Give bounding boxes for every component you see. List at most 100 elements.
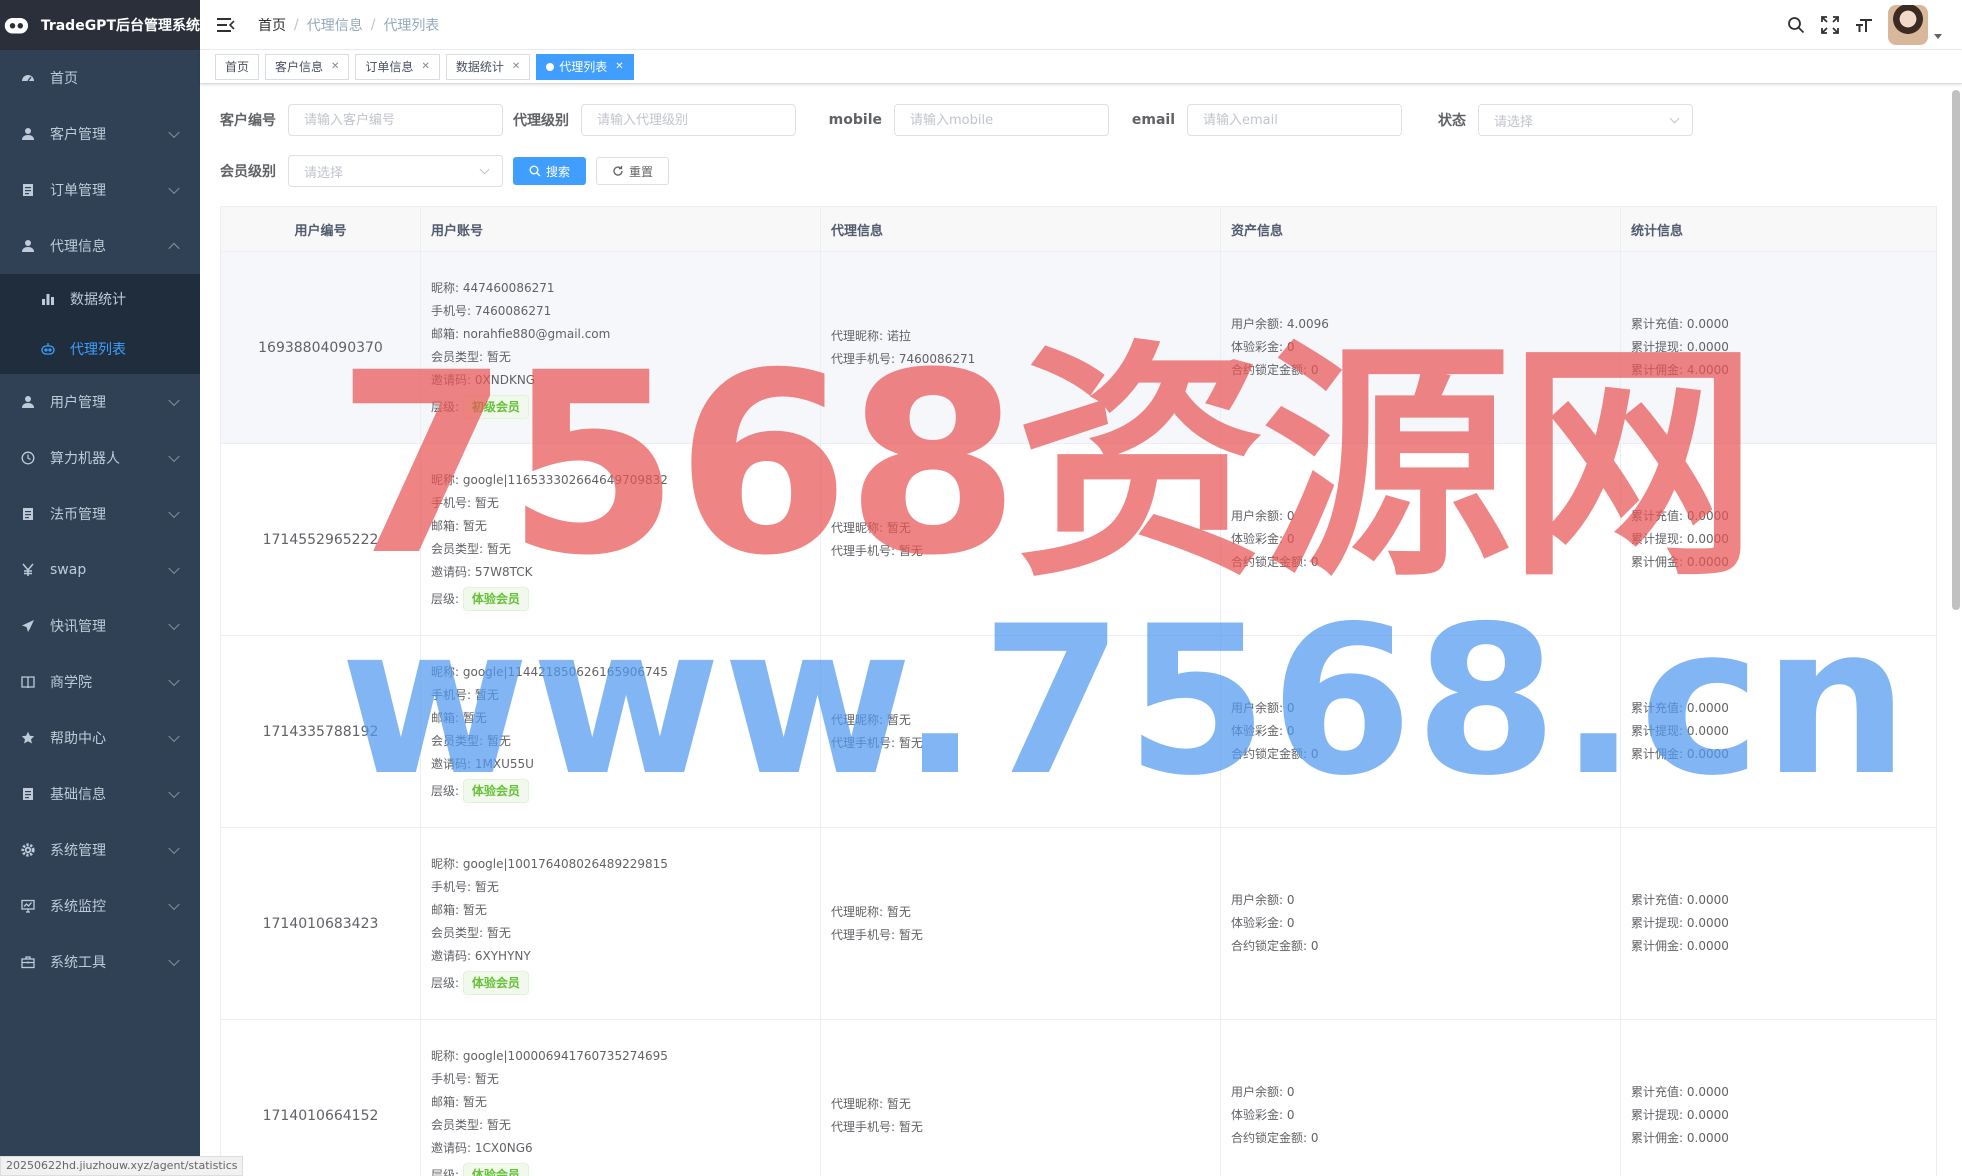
sidebar-item-label: 基础信息 bbox=[50, 787, 106, 803]
member-level-label: 会员级别 bbox=[220, 164, 276, 180]
chevron-down-icon bbox=[168, 450, 180, 463]
close-icon[interactable]: ✕ bbox=[331, 55, 339, 79]
mobile-input[interactable] bbox=[894, 104, 1109, 136]
user-icon bbox=[20, 126, 36, 142]
close-icon[interactable]: ✕ bbox=[615, 55, 623, 79]
send-icon bbox=[20, 618, 36, 634]
right-menu bbox=[1772, 0, 1942, 50]
scrollbar[interactable] bbox=[1952, 90, 1960, 610]
stats-info-cell: 累计充值: 0.0000 累计提现: 0.0000 累计佣金: 0.0000 bbox=[1620, 827, 1937, 1020]
table-row[interactable]: 1714010664152 昵称: google|100006941760735… bbox=[220, 1019, 1937, 1176]
close-icon[interactable]: ✕ bbox=[421, 55, 429, 79]
chevron-down-icon bbox=[168, 618, 180, 631]
tag-2[interactable]: 订单信息 ✕ bbox=[355, 53, 440, 80]
sidebar-item-0[interactable]: 首页 bbox=[0, 50, 200, 106]
sidebar-item-12[interactable]: 系统管理 bbox=[0, 822, 200, 878]
sidebar-item-6[interactable]: 法币管理 bbox=[0, 486, 200, 542]
watermark-text-2: www.7568.cn bbox=[340, 583, 1911, 821]
chevron-down-icon bbox=[168, 394, 180, 407]
sidebar-item-4[interactable]: 用户管理 bbox=[0, 374, 200, 430]
search-icon[interactable] bbox=[1786, 15, 1806, 35]
avatar[interactable] bbox=[1888, 5, 1928, 45]
sidebar-item-label: 用户管理 bbox=[50, 395, 106, 411]
user-icon bbox=[20, 238, 36, 254]
reset-button[interactable]: 重置 bbox=[596, 157, 670, 185]
sidebar-item-label: 系统管理 bbox=[50, 843, 106, 859]
submenu: 数据统计 代理列表 bbox=[0, 274, 200, 374]
email-label: email bbox=[1131, 112, 1175, 128]
bar-chart-icon bbox=[40, 291, 56, 307]
header-stats-info: 统计信息 bbox=[1620, 206, 1937, 252]
sidebar-item-label: 客户管理 bbox=[50, 127, 106, 143]
sidebar-subitem-1[interactable]: 代理列表 bbox=[0, 324, 200, 374]
chevron-down-icon bbox=[479, 164, 490, 175]
tag-4[interactable]: 代理列表 ✕ bbox=[536, 53, 634, 80]
sidebar-item-14[interactable]: 系统工具 bbox=[0, 934, 200, 990]
header-user-id: 用户编号 bbox=[220, 206, 421, 252]
agent-info-cell: 代理昵称: 暂无 代理手机号: 暂无 bbox=[820, 827, 1221, 1020]
sidebar-item-label: 代理信息 bbox=[50, 239, 106, 255]
level-badge: 体验会员 bbox=[462, 1162, 529, 1176]
tag-1[interactable]: 客户信息 ✕ bbox=[265, 53, 350, 80]
sidebar-subitem-0[interactable]: 数据统计 bbox=[0, 274, 200, 324]
dashboard-icon bbox=[20, 70, 36, 86]
chevron-down-icon bbox=[168, 786, 180, 799]
mobile-label: mobile bbox=[828, 112, 882, 128]
refresh-icon bbox=[613, 166, 623, 176]
level-badge: 体验会员 bbox=[462, 970, 529, 995]
table-header-row: 用户编号 用户账号 代理信息 资产信息 统计信息 bbox=[220, 206, 1937, 252]
sidebar-item-10[interactable]: 帮助中心 bbox=[0, 710, 200, 766]
sidebar-item-8[interactable]: 快讯管理 bbox=[0, 598, 200, 654]
search-button[interactable]: 搜索 bbox=[513, 157, 587, 185]
breadcrumb: 首页 / 代理信息 / 代理列表 bbox=[258, 15, 440, 35]
customer-id-input[interactable] bbox=[288, 104, 503, 136]
asset-info-cell: 用户余额: 0 体验彩金: 0 合约锁定金额: 0 bbox=[1220, 1019, 1621, 1176]
navbar: 首页 / 代理信息 / 代理列表 bbox=[200, 0, 1962, 50]
book-icon bbox=[20, 674, 36, 690]
tag-0[interactable]: 首页 bbox=[215, 53, 260, 80]
customer-id-label: 客户编号 bbox=[220, 113, 276, 129]
chevron-down-icon bbox=[168, 506, 180, 519]
chevron-down-icon bbox=[168, 842, 180, 855]
breadcrumb-item-agent-info: 代理信息 bbox=[306, 17, 363, 34]
star-icon bbox=[20, 730, 36, 746]
logo[interactable]: TradeGPT后台管理系统 bbox=[0, 0, 200, 50]
sidebar-item-label: 系统监控 bbox=[50, 899, 106, 915]
status-select[interactable]: 请选择 bbox=[1478, 104, 1693, 136]
sidebar-item-2[interactable]: 订单管理 bbox=[0, 162, 200, 218]
sidebar-item-7[interactable]: swap bbox=[0, 542, 200, 598]
sidebar-item-label: 系统工具 bbox=[50, 955, 106, 971]
tag-3[interactable]: 数据统计 ✕ bbox=[445, 53, 531, 80]
hamburger-icon[interactable] bbox=[216, 15, 236, 35]
sidebar-item-11[interactable]: 基础信息 bbox=[0, 766, 200, 822]
chevron-down-icon bbox=[168, 730, 180, 743]
chevron-down-icon bbox=[168, 674, 180, 687]
chevron-down-icon bbox=[168, 954, 180, 967]
sidebar-item-3[interactable]: 代理信息 bbox=[0, 218, 200, 274]
app-title: TradeGPT后台管理系统 bbox=[40, 18, 200, 34]
sidebar-item-9[interactable]: 商学院 bbox=[0, 654, 200, 710]
sidebar-menu: 首页 客户管理 订单管理 代理信息 数据统计 代理列表 用户管理 算力机器人 法… bbox=[0, 50, 200, 990]
sidebar-item-13[interactable]: 系统监控 bbox=[0, 878, 200, 934]
member-level-select[interactable]: 请选择 bbox=[288, 155, 503, 187]
document-icon bbox=[20, 182, 36, 198]
email-input[interactable] bbox=[1187, 104, 1402, 136]
header-asset-info: 资产信息 bbox=[1220, 206, 1621, 252]
chevron-down-icon bbox=[168, 182, 180, 195]
table-row[interactable]: 1714010683423 昵称: google|100176408026489… bbox=[220, 827, 1937, 1020]
header-user-account: 用户账号 bbox=[420, 206, 821, 252]
breadcrumb-item-home[interactable]: 首页 bbox=[258, 15, 286, 35]
fullscreen-icon[interactable] bbox=[1820, 15, 1840, 35]
agent-level-input[interactable] bbox=[581, 104, 796, 136]
font-size-icon[interactable] bbox=[1854, 15, 1874, 35]
sidebar-item-label: swap bbox=[50, 562, 87, 578]
sidebar-item-1[interactable]: 客户管理 bbox=[0, 106, 200, 162]
search-icon bbox=[529, 165, 541, 177]
filter-form: 客户编号 代理级别 mobile email 状态 请选择 会员级别 请选择 搜… bbox=[220, 104, 1940, 206]
yen-icon bbox=[20, 562, 36, 578]
caret-down-icon[interactable] bbox=[1934, 33, 1942, 39]
close-icon[interactable]: ✕ bbox=[512, 55, 520, 79]
monitor-icon bbox=[20, 898, 36, 914]
sidebar-item-5[interactable]: 算力机器人 bbox=[0, 430, 200, 486]
sidebar-item-label: 数据统计 bbox=[70, 292, 126, 308]
